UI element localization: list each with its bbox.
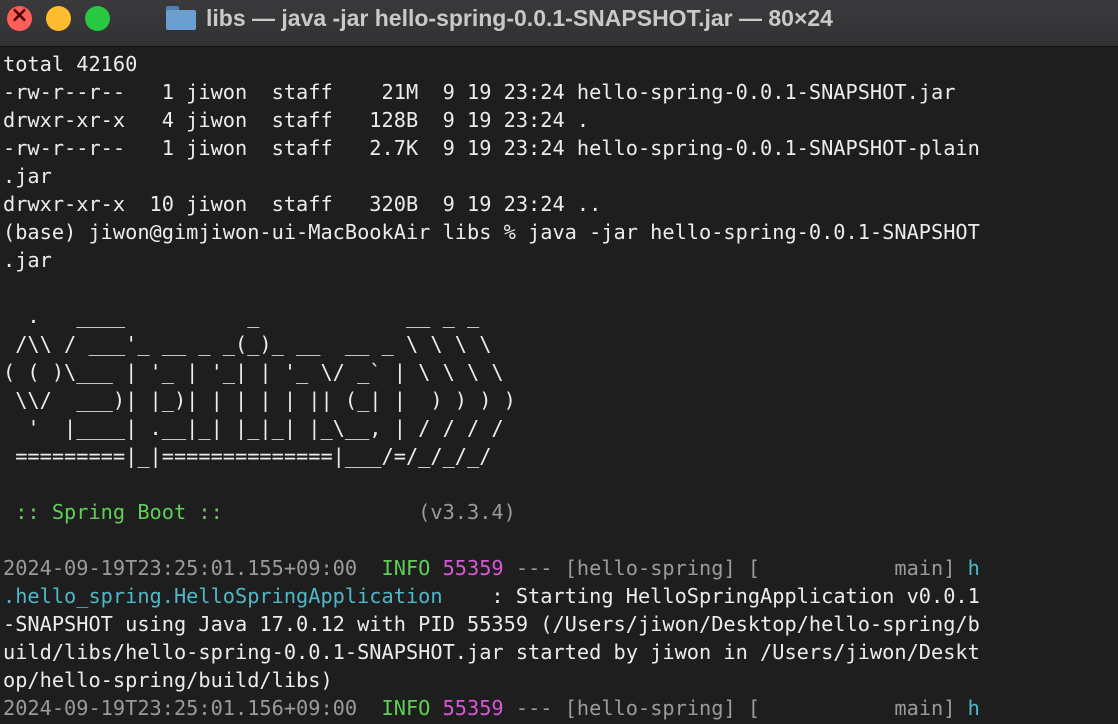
listing-line: total 42160 (3, 52, 138, 76)
zoom-button[interactable] (85, 6, 110, 31)
spring-banner-line: . ____ _ __ _ _ (3, 304, 480, 328)
log-line: 2024-09-19T23:25:01.155+09:00 INFO 55359… (3, 554, 1118, 582)
minimize-button[interactable] (46, 6, 71, 31)
log-thread: --- [hello-spring] [ main] (515, 696, 968, 720)
listing-line: drwxr-xr-x 10 jiwon staff 320B 9 19 23:2… (3, 192, 602, 216)
terminal-output[interactable]: total 42160 -rw-r--r-- 1 jiwon staff 21M… (3, 50, 1118, 724)
log-line-wrap: .hello_spring.HelloSpringApplication : S… (3, 582, 1118, 610)
spring-banner-line: \\/ ___)| |_)| | | | | || (_| | ) ) ) ) (3, 388, 516, 412)
log-pid: 55359 (442, 556, 504, 580)
folder-icon (166, 6, 196, 30)
log-line: 2024-09-19T23:25:01.156+09:00 INFO 55359… (3, 694, 1118, 722)
log-timestamp: 2024-09-19T23:25:01.155+09:00 (3, 556, 358, 580)
log-level: INFO (381, 556, 431, 580)
log-message-wrap: uild/libs/hello-spring-0.0.1-SNAPSHOT.ja… (3, 640, 980, 664)
log-logger: h (967, 556, 980, 580)
log-logger: .hello_spring.HelloSpringApplication (3, 584, 443, 608)
command-prompt-wrap: .jar (3, 248, 52, 272)
terminal-window: libs — java -jar hello-spring-0.0.1-SNAP… (0, 0, 1118, 724)
log-message-wrap: -SNAPSHOT using Java 17.0.12 with PID 55… (3, 612, 980, 636)
listing-line: drwxr-xr-x 4 jiwon staff 128B 9 19 23:24… (3, 108, 590, 132)
log-logger: h (967, 696, 980, 720)
spring-boot-version: (v3.3.4) (405, 500, 516, 524)
log-message-wrap: op/hello-spring/build/libs) (3, 668, 333, 692)
spring-banner-line: ' |____| .__|_| |_|_| |_\__, | / / / / (3, 416, 504, 440)
log-separator: : (442, 584, 516, 608)
log-pid: 55359 (442, 696, 504, 720)
spring-boot-label: :: Spring Boot :: (3, 500, 235, 524)
log-message: Starting HelloSpringApplication v0.0.1 (515, 584, 980, 608)
window-title: libs — java -jar hello-spring-0.0.1-SNAP… (166, 2, 833, 34)
spring-banner-line: ( ( )\___ | '_ | '_| | '_ \/ _` | \ \ \ … (3, 360, 504, 384)
spring-boot-version-line: :: Spring Boot :: (v3.3.4) (3, 498, 1118, 526)
title-bar[interactable]: libs — java -jar hello-spring-0.0.1-SNAP… (0, 0, 1118, 47)
spring-banner-line: =========|_|==============|___/=/_/_/_/ (3, 444, 492, 468)
listing-line: -rw-r--r-- 1 jiwon staff 21M 9 19 23:24 … (3, 80, 956, 104)
log-timestamp: 2024-09-19T23:25:01.156+09:00 (3, 696, 358, 720)
command-prompt: (base) jiwon@gimjiwon-ui-MacBookAir libs… (3, 220, 980, 244)
spring-banner-line: /\\ / ___'_ __ _ _(_)_ __ __ _ \ \ \ \ (3, 332, 492, 356)
window-controls (7, 3, 110, 31)
log-level: INFO (381, 696, 431, 720)
log-thread: --- [hello-spring] [ main] (515, 556, 968, 580)
listing-line: -rw-r--r-- 1 jiwon staff 2.7K 9 19 23:24… (3, 136, 980, 160)
window-title-text: libs — java -jar hello-spring-0.0.1-SNAP… (206, 4, 833, 31)
close-button[interactable] (7, 3, 32, 31)
listing-line: .jar (3, 164, 52, 188)
